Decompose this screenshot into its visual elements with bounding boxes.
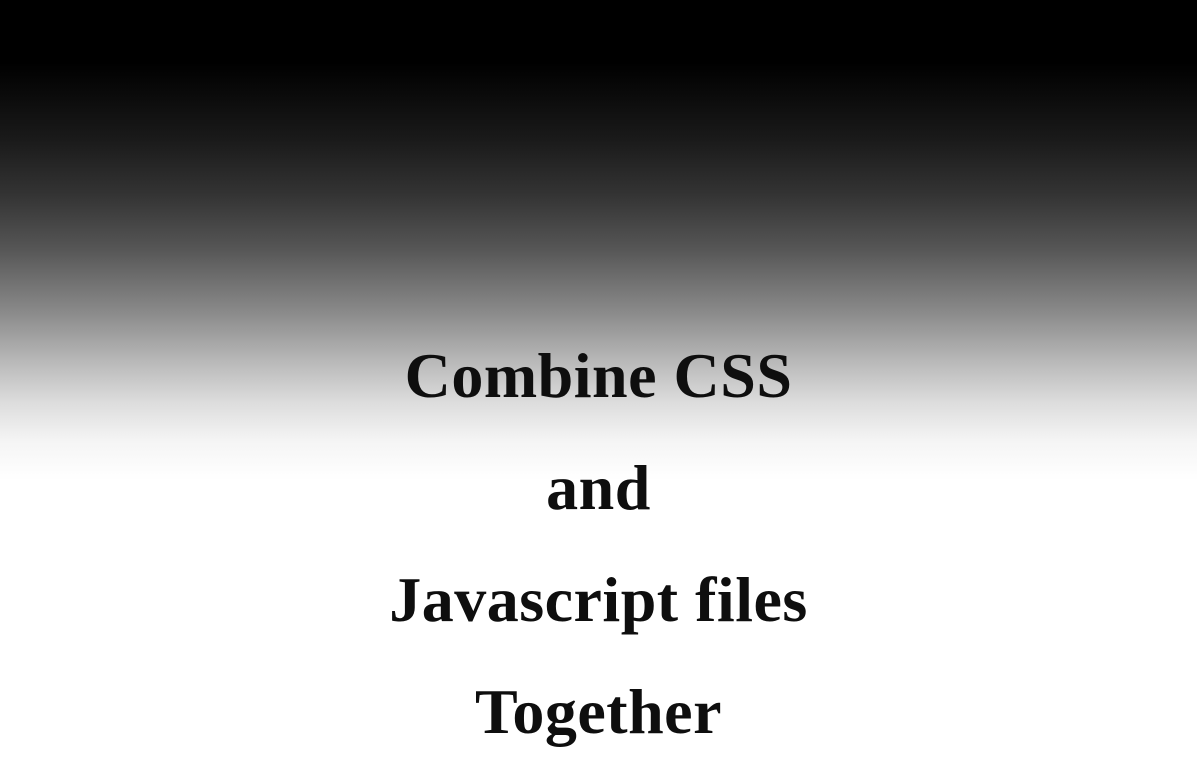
heading-line-4: Together	[0, 656, 1197, 768]
heading-line-1: Combine CSS	[0, 320, 1197, 432]
main-heading: Combine CSS and Javascript files Togethe…	[0, 320, 1197, 768]
heading-line-3: Javascript files	[0, 544, 1197, 656]
heading-line-2: and	[0, 432, 1197, 544]
